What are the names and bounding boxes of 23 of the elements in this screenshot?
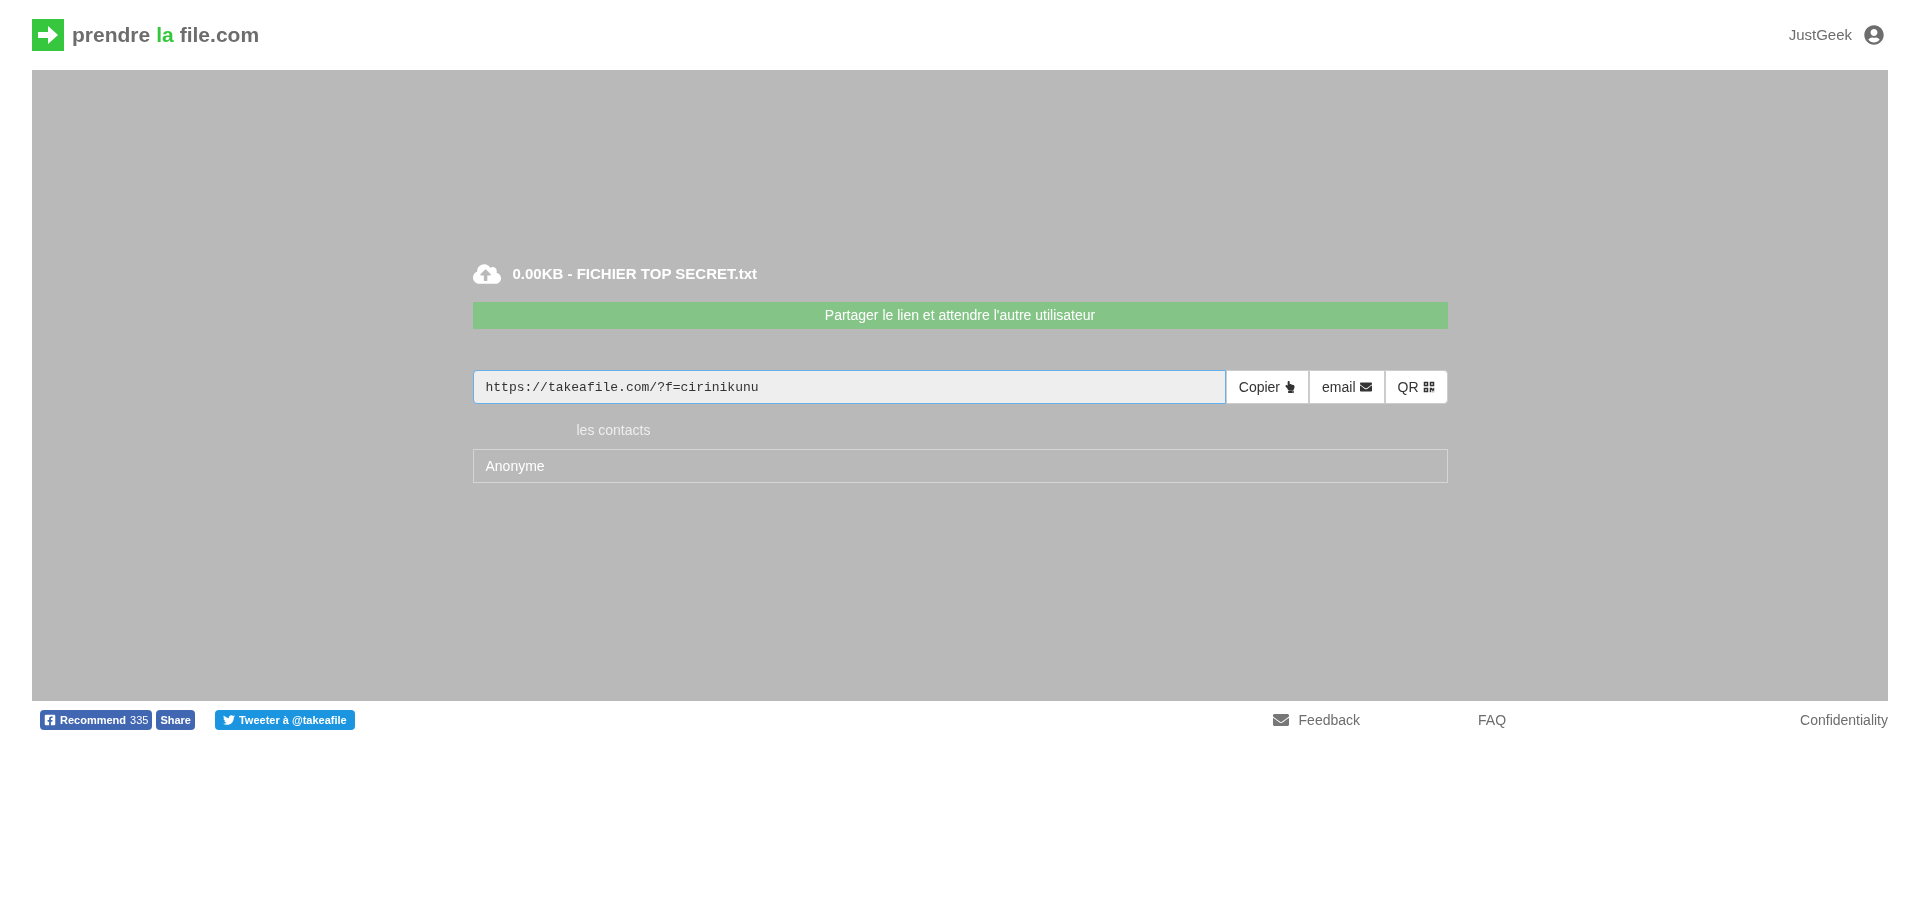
username[interactable]: JustGeek bbox=[1788, 23, 1852, 47]
footer-link[interactable]: FAQ bbox=[1478, 709, 1507, 731]
link-field[interactable]: https://takeafile.com/?f=cirinikunu bbox=[472, 370, 1226, 404]
logo-word[interactable]: file.com bbox=[179, 19, 260, 51]
email-button[interactable]: email bbox=[1309, 370, 1385, 404]
qr-button[interactable]: QR bbox=[1384, 370, 1448, 404]
footer-link[interactable]: Confidentiality bbox=[1800, 709, 1888, 731]
facebook-recommend-button[interactable]: Recommend 335 bbox=[40, 710, 153, 730]
logo-word[interactable]: prendre bbox=[72, 19, 151, 51]
bird-icon bbox=[222, 714, 235, 726]
arrow-logo-icon bbox=[32, 19, 64, 51]
envelope-icon bbox=[1359, 381, 1372, 393]
qr-code-icon bbox=[1422, 381, 1435, 393]
file-info: 0.00KB - FICHIER TOP SECRET.txt bbox=[512, 263, 757, 284]
facebook-share-button[interactable]: Share bbox=[156, 710, 195, 730]
status-banner: Partager le lien et attendre l'autre utilisateur bbox=[472, 302, 1448, 329]
feedback-link[interactable]: Feedback bbox=[1270, 709, 1361, 731]
tweet-button[interactable]: Tweeter à @takeafile bbox=[214, 710, 355, 730]
facebook-icon bbox=[44, 714, 56, 726]
envelope-icon bbox=[1270, 712, 1291, 728]
user-avatar-icon[interactable] bbox=[1864, 25, 1884, 45]
hand-icon bbox=[1284, 381, 1297, 393]
copy-button[interactable]: Copier bbox=[1225, 370, 1310, 404]
